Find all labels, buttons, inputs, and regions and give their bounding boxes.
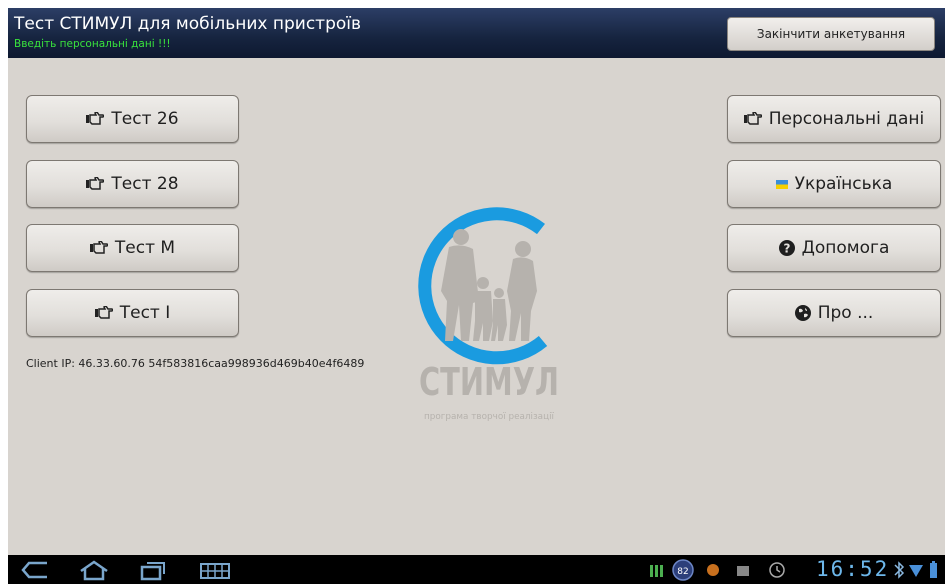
clock[interactable]: 16:52	[816, 557, 889, 581]
language-label: Українська	[794, 174, 893, 194]
personal-data-label: Персональні дані	[768, 109, 925, 129]
test-m-button[interactable]: Тест М	[26, 224, 239, 272]
download-icon	[737, 566, 749, 576]
language-button[interactable]: Українська	[727, 160, 941, 208]
finish-survey-button[interactable]: Закінчити анкетування	[727, 17, 935, 51]
family-silhouette	[441, 229, 537, 341]
battery-badge-text: 82	[677, 567, 688, 577]
logo-wordmark: СТИМУЛ	[419, 360, 559, 404]
ukraine-flag-icon	[775, 179, 788, 189]
app-title: Тест СТИМУЛ для мобільних пристроїв	[14, 14, 362, 34]
bluetooth-icon	[894, 561, 905, 579]
app-subtitle: Введіть персональні дані !!!	[14, 38, 171, 50]
battery-icon	[930, 561, 937, 578]
pointing-hand-icon	[89, 241, 108, 255]
help-circle-icon: ?	[778, 240, 795, 256]
back-icon[interactable]	[20, 557, 50, 583]
test-m-label: Тест М	[114, 238, 176, 258]
recent-apps-icon[interactable]	[138, 557, 168, 583]
about-button[interactable]: Про ...	[727, 289, 941, 337]
test-28-label: Тест 28	[111, 174, 179, 194]
alarm-icon	[769, 562, 785, 578]
system-bar: 82 16:52	[8, 555, 945, 584]
app-screen: Тест СТИМУЛ для мобільних пристроїв Введ…	[8, 8, 945, 584]
globe-icon	[794, 305, 811, 321]
test-26-button[interactable]: Тест 26	[26, 95, 239, 143]
about-label: Про ...	[817, 303, 874, 323]
test-i-button[interactable]: Тест І	[26, 289, 239, 337]
logo-tagline: програма творчої реалізації	[424, 412, 554, 422]
pointing-hand-icon	[743, 112, 762, 126]
app-notification-icon	[707, 564, 719, 576]
home-icon[interactable]	[78, 557, 110, 583]
client-ip-text: Client IP: 46.33.60.76 54f583816caa99893…	[26, 357, 365, 370]
title-bar: Тест СТИМУЛ для мобільних пристроїв Введ…	[8, 8, 945, 58]
battery-level-badge-icon: 82	[672, 559, 694, 581]
stimul-logo: СТИМУЛ програма творчої реалізації	[418, 207, 559, 422]
help-label: Допомога	[801, 238, 890, 258]
pointing-hand-icon	[86, 177, 105, 191]
keyboard-icon[interactable]	[198, 557, 232, 583]
test-28-button[interactable]: Тест 28	[26, 160, 239, 208]
help-button[interactable]: ? Допомога	[727, 224, 941, 272]
pointing-hand-icon	[86, 112, 105, 126]
test-i-label: Тест І	[119, 303, 171, 323]
wifi-icon	[909, 565, 923, 577]
personal-data-button[interactable]: Персональні дані	[727, 95, 941, 143]
test-26-label: Тест 26	[111, 109, 179, 129]
pointing-hand-icon	[94, 306, 113, 320]
signal-bars-icon	[650, 565, 663, 577]
svg-text:?: ?	[783, 242, 790, 256]
